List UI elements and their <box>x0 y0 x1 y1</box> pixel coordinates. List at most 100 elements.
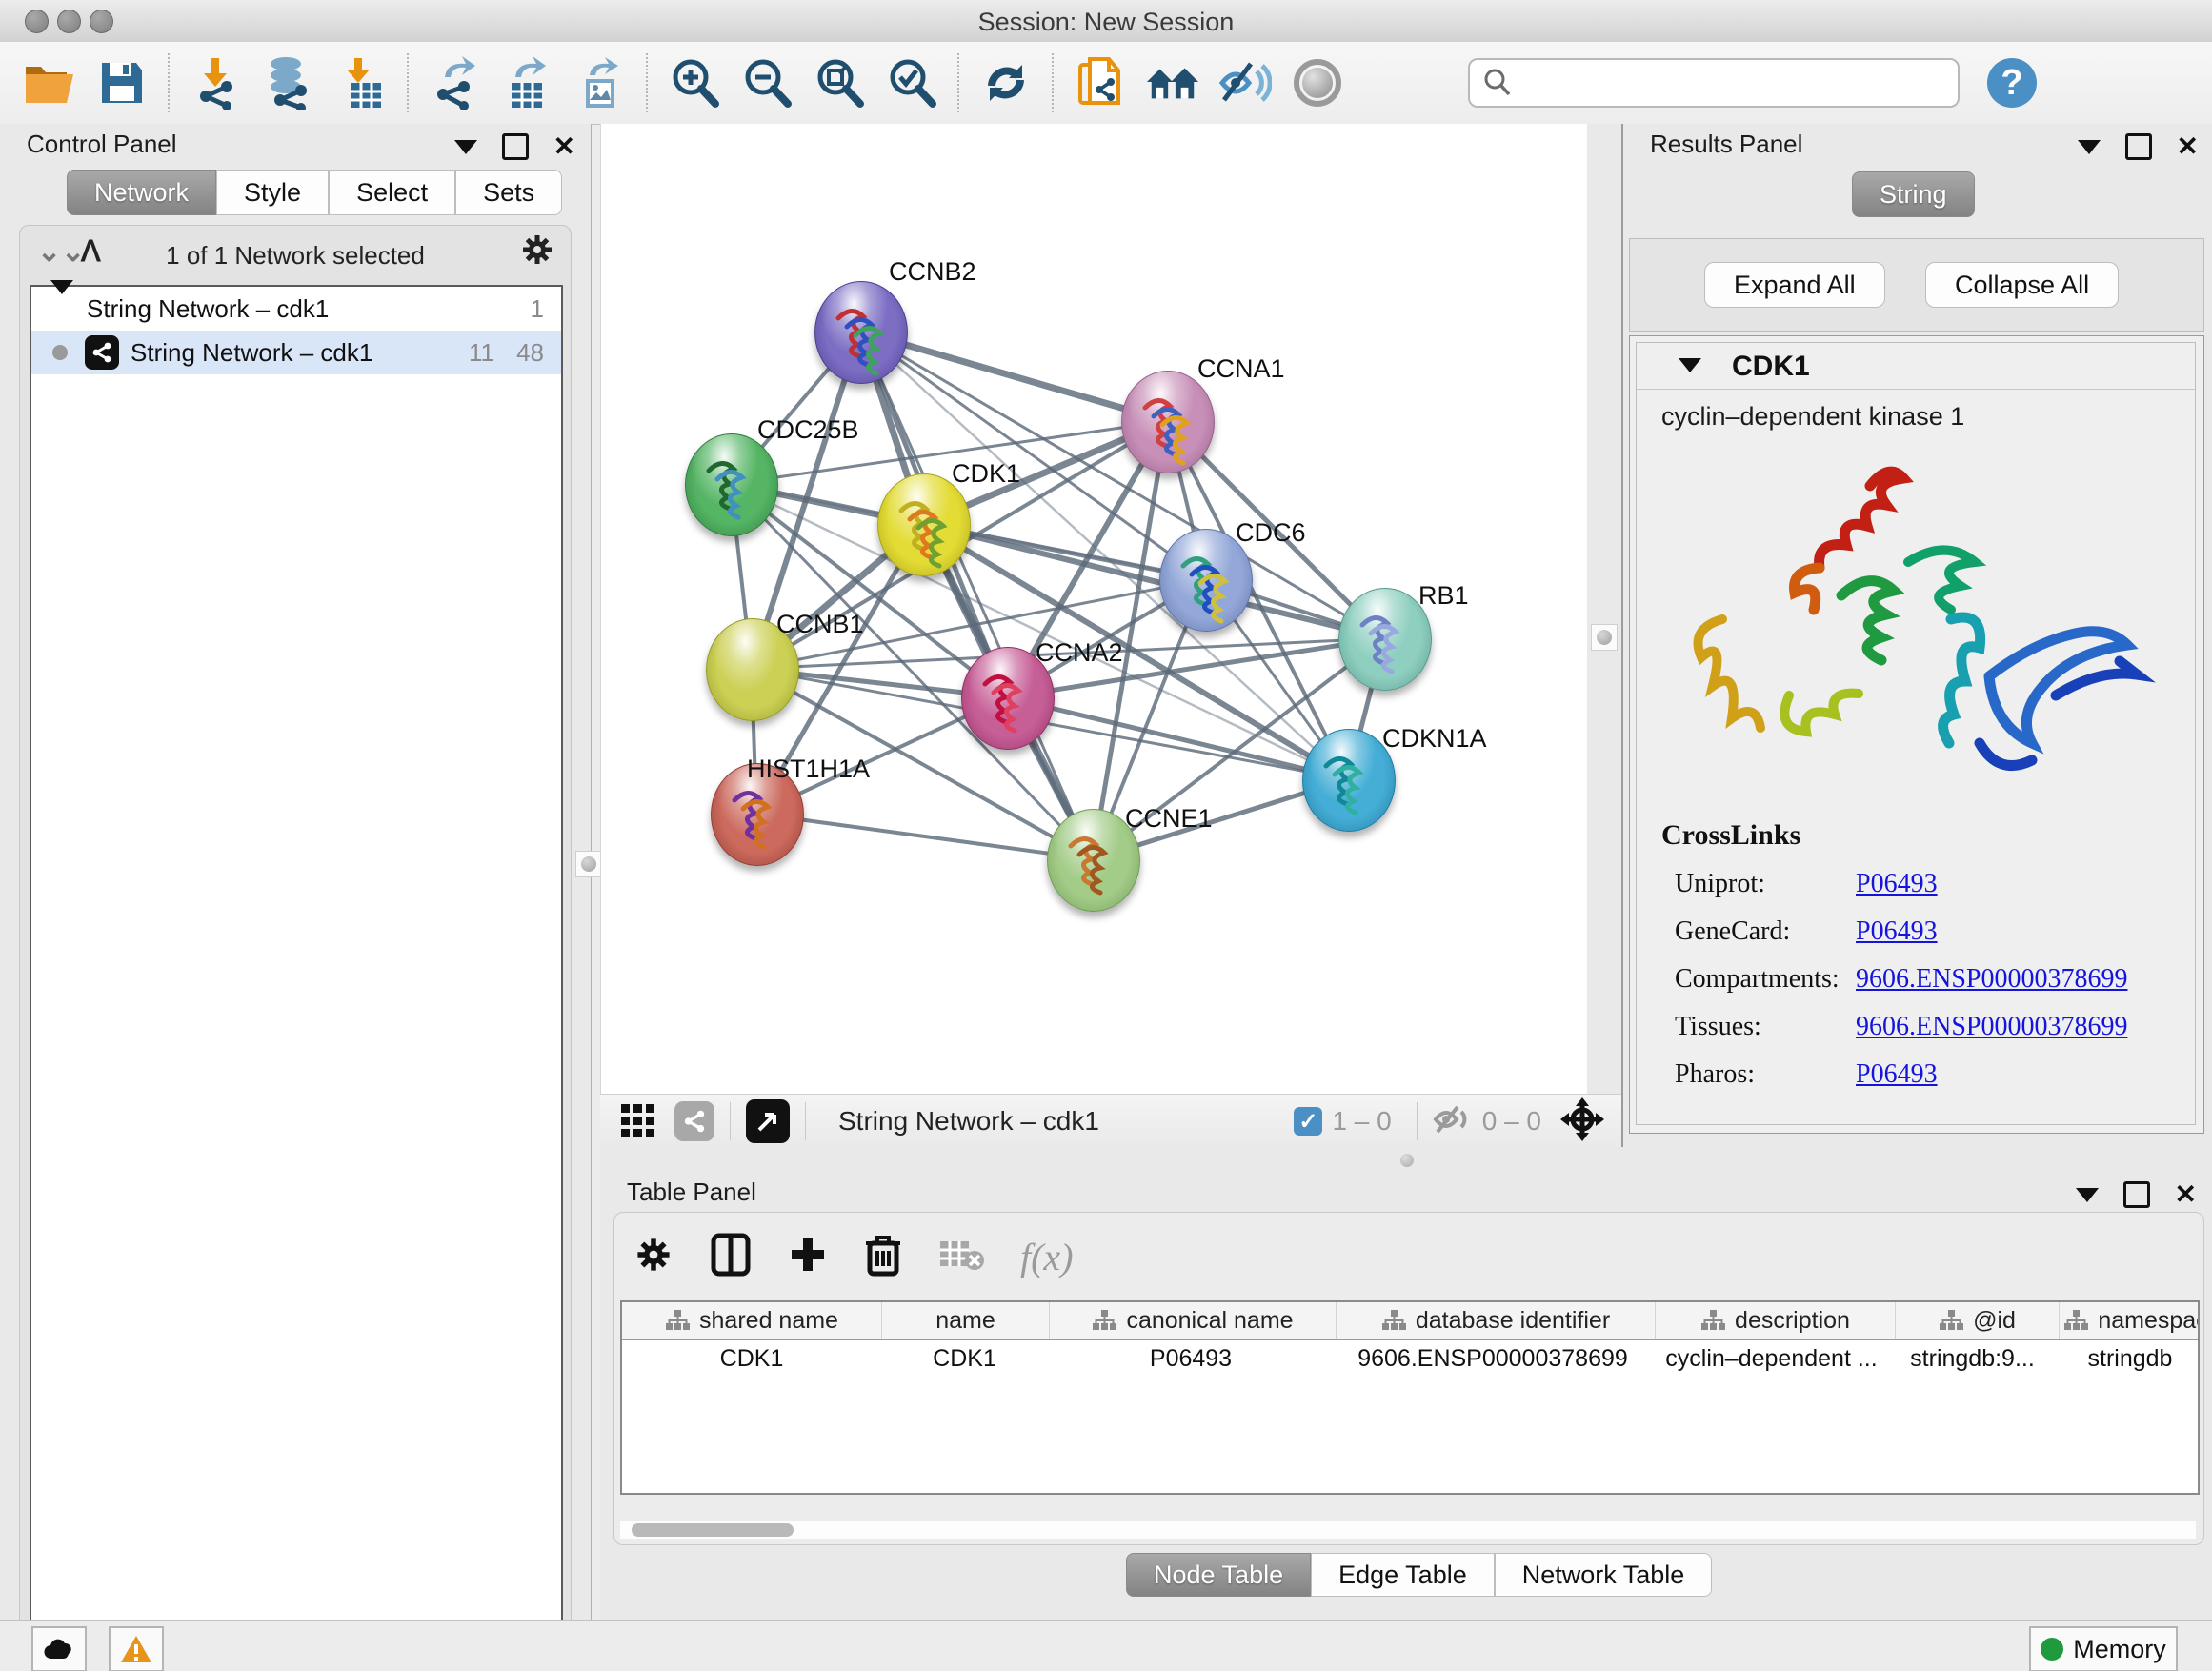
toolbar-separator <box>1052 53 1055 112</box>
table-cell[interactable]: CDK1 <box>622 1340 881 1377</box>
crosslink-link[interactable]: P06493 <box>1856 916 1938 947</box>
gene-collapse-icon[interactable] <box>1679 358 1701 372</box>
network-node-cdk1[interactable] <box>877 473 971 576</box>
zoom-in-icon[interactable] <box>667 55 722 111</box>
table-hscrollbar[interactable] <box>620 1521 2196 1539</box>
save-session-icon[interactable] <box>94 55 150 111</box>
crosslink-link[interactable]: P06493 <box>1856 869 1938 899</box>
left-splitter-grip[interactable] <box>575 851 602 877</box>
delete-column-icon[interactable] <box>864 1232 902 1282</box>
share-view-icon[interactable] <box>674 1101 714 1141</box>
export-table-icon[interactable] <box>500 55 555 111</box>
panel-menu-icon[interactable] <box>454 140 477 154</box>
tab-style[interactable]: Style <box>216 170 329 215</box>
grid-view-icon[interactable] <box>621 1102 655 1141</box>
node-label-ccna1: CCNA1 <box>1197 354 1285 384</box>
network-node-ccnb2[interactable] <box>814 281 908 384</box>
zoom-out-icon[interactable] <box>739 55 794 111</box>
panel-menu-icon[interactable] <box>2078 140 2101 154</box>
gene-card-header[interactable]: CDK1 <box>1637 343 2195 390</box>
panel-menu-icon[interactable] <box>2076 1188 2099 1202</box>
network-node-ccna1[interactable] <box>1121 371 1215 473</box>
export-image-icon[interactable] <box>573 55 628 111</box>
panel-close-icon[interactable]: ✕ <box>2177 136 2199 157</box>
hidden-eye-icon[interactable] <box>1433 1102 1473 1141</box>
warning-button[interactable] <box>109 1626 164 1671</box>
show-columns-icon[interactable] <box>710 1232 752 1282</box>
import-network-database-icon[interactable] <box>261 55 316 111</box>
gray-sphere-icon[interactable] <box>1290 55 1345 111</box>
tab-network-table[interactable]: Network Table <box>1495 1553 1713 1597</box>
zoom-fit-icon[interactable] <box>812 55 867 111</box>
crosslink-row: GeneCard:P06493 <box>1661 916 2127 947</box>
memory-button[interactable]: Memory <box>2029 1626 2178 1671</box>
network-edge[interactable] <box>756 814 1093 859</box>
table-cell[interactable]: P06493 <box>1048 1340 1334 1377</box>
panel-float-icon[interactable] <box>2123 1181 2150 1208</box>
tab-edge-table[interactable]: Edge Table <box>1311 1553 1495 1597</box>
search-input[interactable] <box>1514 68 1927 99</box>
selected-checkbox-icon[interactable]: ✓ <box>1294 1107 1322 1136</box>
search-box[interactable] <box>1468 58 1960 108</box>
panel-float-icon[interactable] <box>2125 133 2152 160</box>
birdseye-icon[interactable] <box>746 1099 790 1143</box>
network-selected-status: 1 of 1 Network selected <box>20 241 571 271</box>
network-canvas[interactable]: CCNB2CCNA1CDC25BCDK1CDC6RB1CCNB1CCNA2CDK… <box>600 124 1588 1094</box>
memory-label: Memory <box>2073 1635 2166 1664</box>
column-header-name[interactable]: name <box>882 1302 1050 1339</box>
tab-select[interactable]: Select <box>329 170 455 215</box>
column-header-sharedname[interactable]: shared name <box>622 1302 882 1339</box>
refresh-icon[interactable] <box>978 55 1034 111</box>
column-header-canonicalname[interactable]: canonical name <box>1050 1302 1337 1339</box>
column-label: name <box>935 1307 995 1335</box>
column-network-icon <box>2063 1310 2088 1331</box>
panel-float-icon[interactable] <box>502 133 529 160</box>
table-row[interactable]: CDK1CDK1P064939606.ENSP00000378699cyclin… <box>622 1340 2198 1377</box>
right-splitter-grip[interactable] <box>1591 624 1618 651</box>
expand-all-button[interactable]: Expand All <box>1704 262 1885 308</box>
cloud-button[interactable] <box>31 1626 87 1671</box>
export-network-icon[interactable] <box>428 55 483 111</box>
crosslink-link[interactable]: 9606.ENSP00000378699 <box>1856 1012 2127 1042</box>
control-panel-title: Control Panel <box>27 130 177 159</box>
table-cell[interactable]: stringdb:9... <box>1891 1340 2054 1377</box>
panel-close-icon[interactable]: ✕ <box>2175 1184 2197 1205</box>
tab-sets[interactable]: Sets <box>455 170 562 215</box>
collapse-all-button[interactable]: Collapse All <box>1925 262 2119 308</box>
hide-unhide-icon[interactable] <box>1217 55 1273 111</box>
column-header-description[interactable]: description <box>1656 1302 1896 1339</box>
pan-crosshair-icon[interactable] <box>1560 1097 1604 1146</box>
column-header-namespac[interactable]: namespac <box>2060 1302 2200 1339</box>
hscroll-thumb[interactable] <box>632 1523 794 1537</box>
table-cell[interactable]: stringdb <box>2054 1340 2200 1377</box>
table-settings-gear-icon[interactable] <box>633 1235 674 1279</box>
copy-share-icon[interactable] <box>1073 55 1128 111</box>
table-cell[interactable]: 9606.ENSP00000378699 <box>1334 1340 1652 1377</box>
panel-close-icon[interactable]: ✕ <box>553 136 575 157</box>
network-node-cdc25b[interactable] <box>685 433 778 536</box>
table-cell[interactable]: CDK1 <box>881 1340 1048 1377</box>
add-column-icon[interactable] <box>788 1235 828 1279</box>
column-label: shared name <box>699 1307 838 1335</box>
help-icon[interactable]: ? <box>1984 55 2040 111</box>
import-network-file-icon[interactable] <box>189 55 244 111</box>
network-collection-row[interactable]: String Network – cdk1 1 <box>31 287 561 331</box>
network-edge[interactable] <box>860 332 1093 859</box>
crosslink-link[interactable]: P06493 <box>1856 1059 1938 1090</box>
import-table-icon[interactable] <box>333 55 389 111</box>
tab-string[interactable]: String <box>1852 171 1975 217</box>
home-icon[interactable] <box>1145 55 1200 111</box>
column-header-id[interactable]: @id <box>1896 1302 2060 1339</box>
column-header-databaseidentifier[interactable]: database identifier <box>1337 1302 1656 1339</box>
network-row[interactable]: String Network – cdk1 11 48 <box>31 331 561 374</box>
table-cell[interactable]: cyclin–dependent ... <box>1652 1340 1891 1377</box>
tree-options-gear-icon[interactable] <box>519 232 555 272</box>
horizontal-splitter[interactable] <box>600 1147 2212 1172</box>
tab-node-table[interactable]: Node Table <box>1126 1553 1311 1597</box>
tab-network[interactable]: Network <box>67 170 216 215</box>
zoom-selected-icon[interactable] <box>884 55 939 111</box>
crosslink-link[interactable]: 9606.ENSP00000378699 <box>1856 964 2127 995</box>
open-session-icon[interactable] <box>22 55 77 111</box>
network-share-icon <box>85 335 119 370</box>
collapse-triangle-icon[interactable] <box>50 294 73 324</box>
